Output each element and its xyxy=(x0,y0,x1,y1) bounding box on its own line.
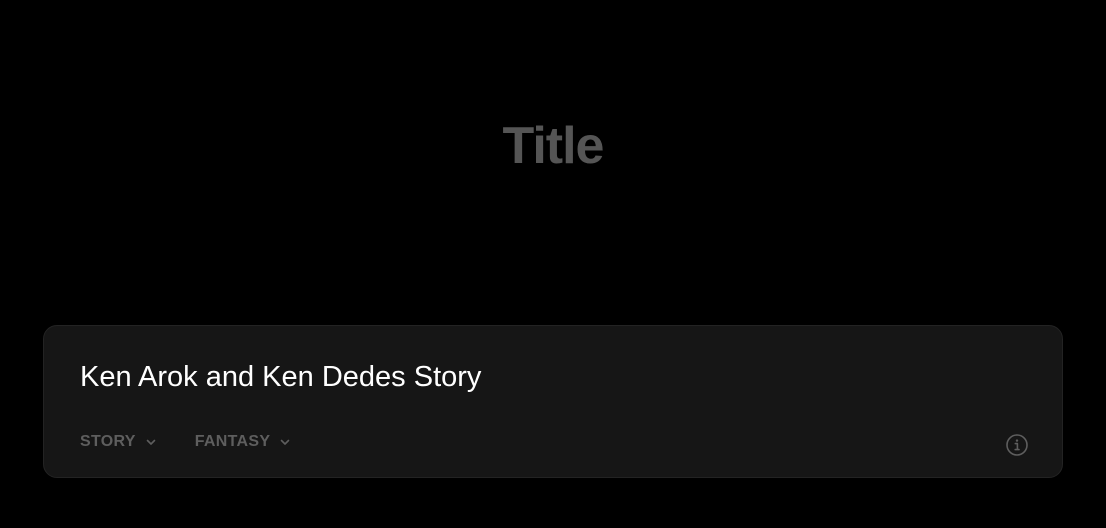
page: Title Ken Arok and Ken Dedes Story STORY… xyxy=(0,0,1106,528)
prompt-text[interactable]: Ken Arok and Ken Dedes Story xyxy=(80,358,481,396)
prompt-card: Ken Arok and Ken Dedes Story STORY FANTA… xyxy=(43,325,1063,478)
info-circle-icon[interactable] xyxy=(1005,433,1029,457)
chevron-down-icon xyxy=(281,439,290,445)
chevron-down-icon xyxy=(146,439,156,445)
genre-dropdown-label: FANTASY xyxy=(194,433,271,450)
genre-dropdown[interactable]: FANTASY xyxy=(195,432,292,452)
category-dropdown-label: STORY xyxy=(80,433,136,450)
category-dropdown[interactable]: STORY xyxy=(80,432,157,452)
card-controls: STORY FANTASY xyxy=(80,432,329,452)
page-title: Title xyxy=(502,117,605,175)
